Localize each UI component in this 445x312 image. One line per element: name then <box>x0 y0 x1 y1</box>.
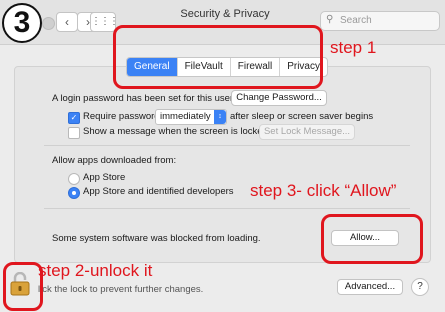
search-icon: ⚲ <box>326 14 334 25</box>
checkmark-icon: ✓ <box>70 113 78 122</box>
help-button[interactable]: ? <box>411 278 429 296</box>
chevron-left-icon: ‹ <box>65 15 69 29</box>
require-password-value: immediately <box>160 111 211 122</box>
set-lock-message-button[interactable]: Set Lock Message... <box>259 124 355 140</box>
chevron-updown-icon: ↕ <box>214 110 226 124</box>
show-all-button[interactable]: ⋮⋮⋮ <box>90 12 119 32</box>
search-placeholder: Search <box>340 15 372 26</box>
annotation-step3: step 3- click “Allow” <box>250 181 397 200</box>
annotation-step2: step 2-unlock it <box>38 261 153 280</box>
close-window-button[interactable] <box>42 17 55 30</box>
radio-identified-developers[interactable] <box>68 187 80 199</box>
annotation-box-step1 <box>113 25 323 89</box>
back-button[interactable]: ‹ <box>56 12 78 32</box>
require-password-label: Require password <box>83 111 160 122</box>
change-password-button[interactable]: Change Password... <box>231 90 327 106</box>
search-input[interactable]: ⚲ Search <box>320 11 440 31</box>
require-password-suffix: after sleep or screen saver begins <box>230 111 374 122</box>
radio-app-store[interactable] <box>68 173 80 185</box>
require-password-select[interactable]: immediately ↕ <box>155 109 227 125</box>
show-message-checkbox[interactable] <box>68 127 80 139</box>
allow-apps-heading: Allow apps downloaded from: <box>52 155 177 166</box>
password-note: A login password has been set for this u… <box>52 93 234 104</box>
require-password-checkbox[interactable]: ✓ <box>68 112 80 124</box>
radio-identified-developers-label: App Store and identified developers <box>83 186 234 197</box>
section-divider <box>44 145 410 146</box>
annotation-box-step2 <box>3 262 43 311</box>
window-title: Security & Privacy <box>180 8 270 20</box>
grid-icon: ⋮⋮⋮ <box>91 16 119 27</box>
show-message-label: Show a message when the screen is locked <box>83 126 268 137</box>
advanced-button[interactable]: Advanced... <box>337 279 403 295</box>
lock-hint-text: lick the lock to prevent further changes… <box>38 284 204 295</box>
radio-app-store-label: App Store <box>83 172 126 183</box>
annotation-box-step3 <box>321 214 423 264</box>
blocked-software-message: Some system software was blocked from lo… <box>52 233 261 244</box>
step-number-badge: 3 <box>2 3 42 43</box>
annotation-step1: step 1 <box>330 38 377 57</box>
section-divider-2 <box>44 208 410 209</box>
